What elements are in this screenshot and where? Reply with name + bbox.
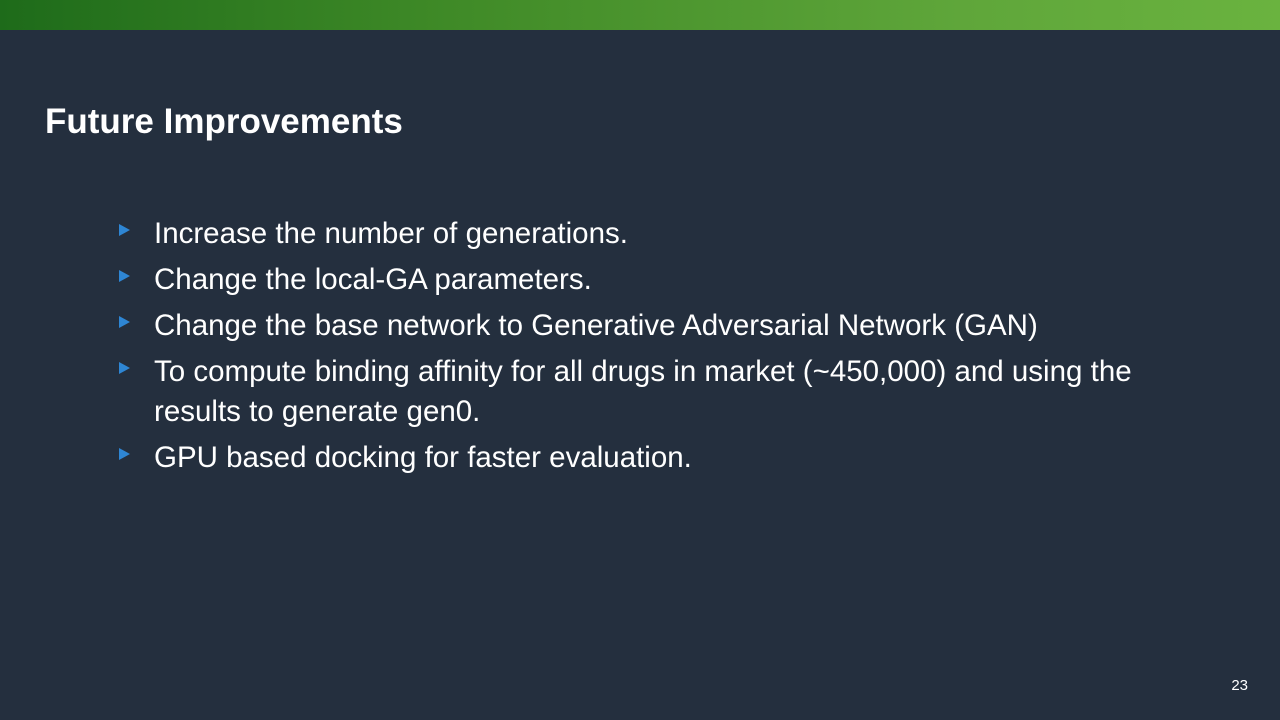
triangle-right-bullet-icon — [119, 448, 130, 460]
bullet-text: GPU based docking for faster evaluation. — [154, 441, 692, 474]
bullet-item: Increase the number of generations. — [118, 214, 1138, 254]
triangle-right-bullet-icon — [119, 362, 130, 374]
bullet-item: To compute binding affinity for all drug… — [118, 352, 1138, 432]
bullet-text: To compute binding affinity for all drug… — [154, 355, 1132, 428]
header-accent-bar — [0, 0, 1280, 30]
bullet-item: GPU based docking for faster evaluation. — [118, 438, 1138, 478]
triangle-right-bullet-icon — [119, 316, 130, 328]
bullet-text: Change the local-GA parameters. — [154, 263, 592, 296]
slide-number: 23 — [1231, 677, 1248, 694]
bullet-list: Increase the number of generations. Chan… — [118, 214, 1138, 484]
bullet-text: Increase the number of generations. — [154, 217, 628, 250]
triangle-right-bullet-icon — [119, 270, 130, 282]
bullet-text: Change the base network to Generative Ad… — [154, 309, 1038, 342]
slide-title: Future Improvements — [45, 102, 403, 141]
bullet-item: Change the local-GA parameters. — [118, 260, 1138, 300]
triangle-right-bullet-icon — [119, 224, 130, 236]
bullet-item: Change the base network to Generative Ad… — [118, 306, 1138, 346]
